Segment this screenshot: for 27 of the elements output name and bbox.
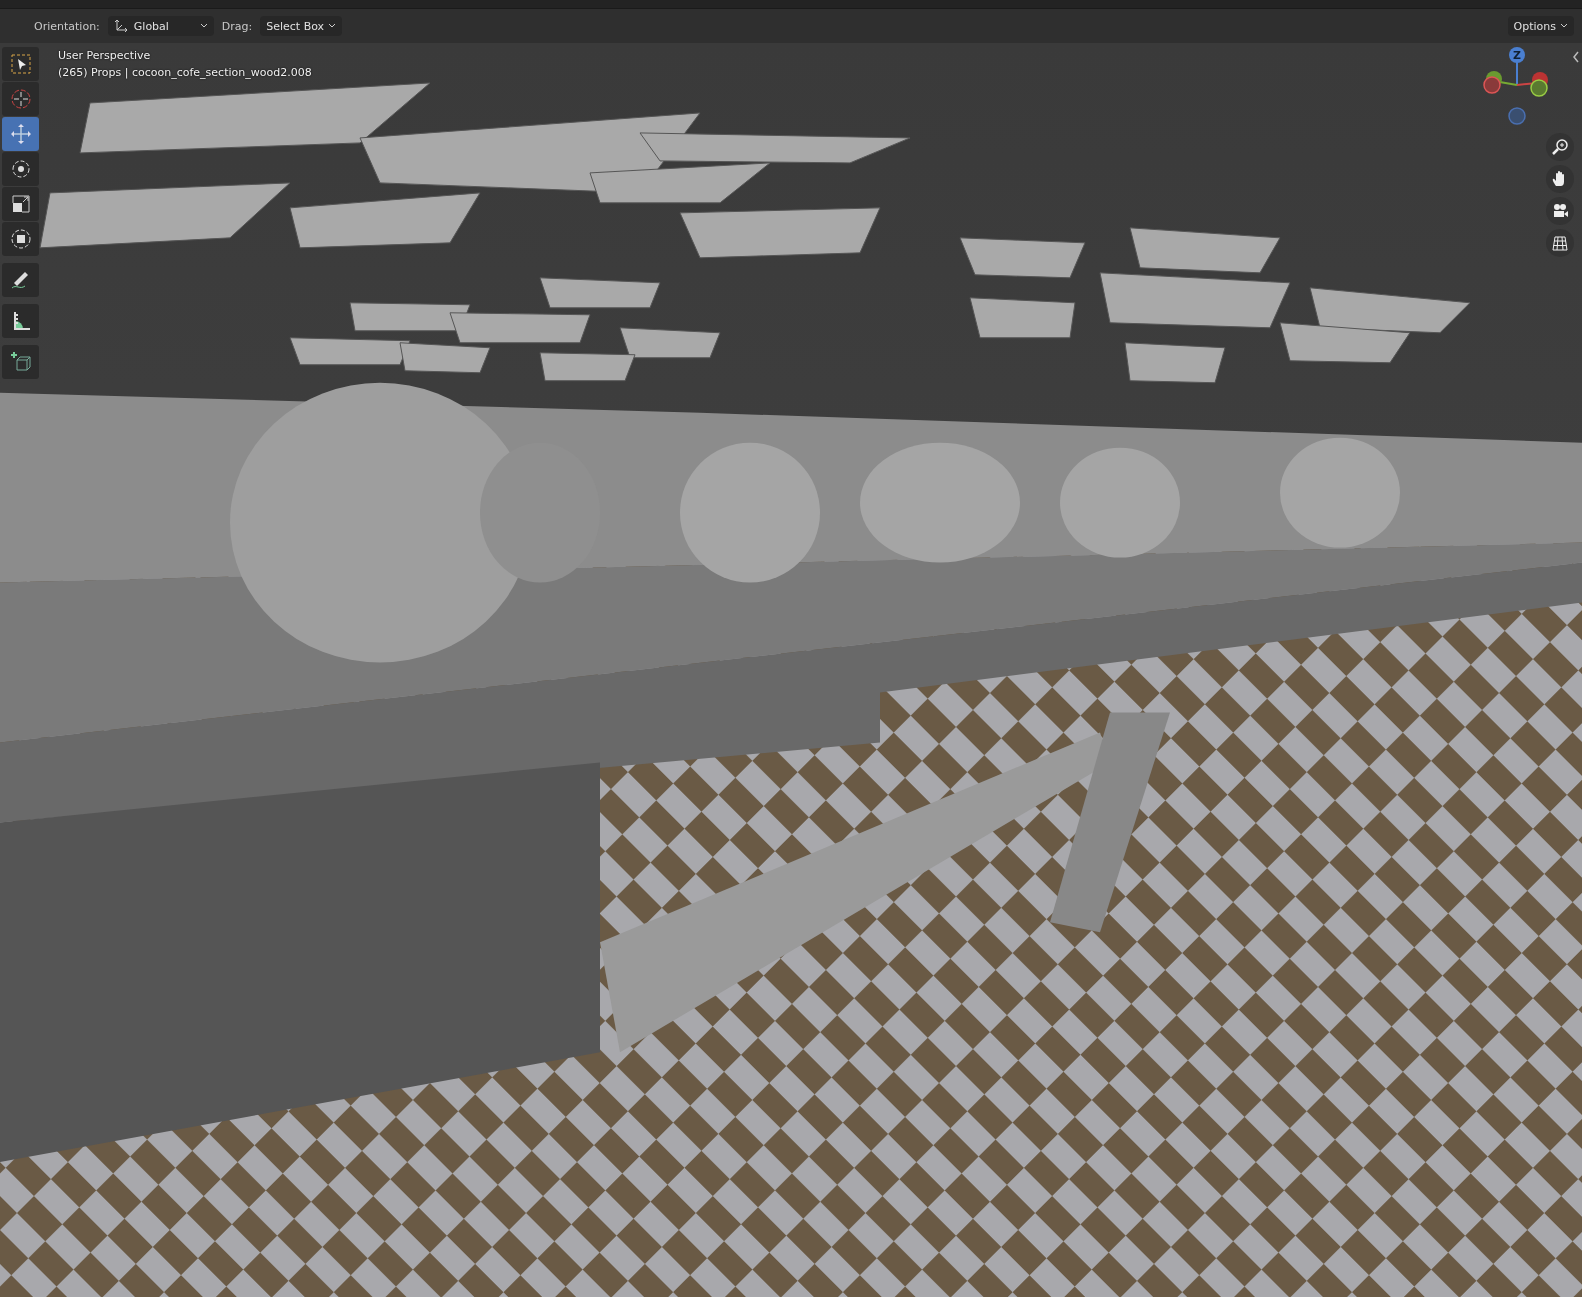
object-info: (265) Props | cocoon_cofe_section_wood2.008 bbox=[58, 66, 312, 79]
chevron-down-icon bbox=[328, 23, 337, 29]
orientation-dropdown[interactable]: Global bbox=[107, 16, 214, 36]
tool-button[interactable] bbox=[2, 345, 39, 379]
chevron-down-icon bbox=[1560, 23, 1568, 29]
view-name: User Perspective bbox=[58, 49, 152, 62]
zoom-icon bbox=[1551, 138, 1569, 156]
cursor-icon bbox=[8, 87, 33, 111]
tool-button[interactable] bbox=[2, 47, 39, 81]
transform-icon bbox=[8, 227, 33, 251]
chevron-left-icon[interactable] bbox=[1572, 51, 1580, 63]
tool-button[interactable] bbox=[2, 222, 39, 256]
drag-dropdown[interactable]: Select Box bbox=[260, 16, 343, 36]
add-cube-icon bbox=[8, 350, 33, 374]
axis-gizmo[interactable]: Z bbox=[1482, 43, 1552, 133]
drag-label: Drag: bbox=[221, 19, 253, 33]
tool-button[interactable] bbox=[2, 187, 39, 221]
select-box-icon bbox=[8, 52, 33, 76]
tool-button[interactable] bbox=[2, 304, 39, 338]
orientation-label: Orientation: bbox=[34, 19, 100, 33]
camera-icon bbox=[1551, 202, 1569, 220]
options-dropdown[interactable]: Options bbox=[1507, 16, 1574, 36]
axes-icon bbox=[113, 19, 128, 33]
grid-icon bbox=[1551, 234, 1569, 252]
chevron-down-icon bbox=[199, 23, 208, 29]
tool-button[interactable] bbox=[2, 263, 39, 297]
tool-button[interactable] bbox=[2, 152, 39, 186]
